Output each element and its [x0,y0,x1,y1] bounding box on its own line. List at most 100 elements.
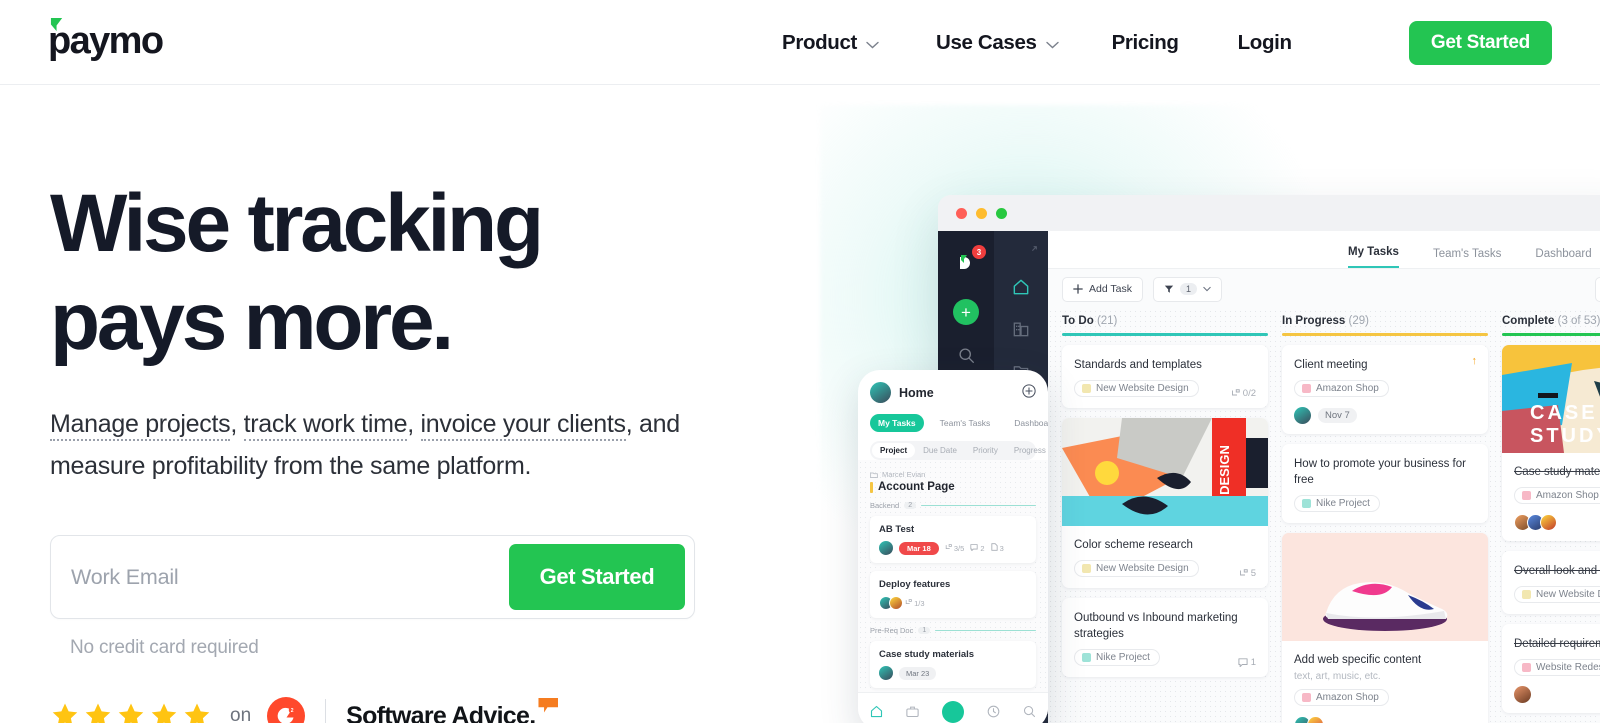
mobile-tab-teams-tasks[interactable]: Team's Tasks [932,414,999,432]
g2-logo-icon[interactable]: 2 [267,697,306,723]
avatar[interactable] [870,382,891,403]
add-icon[interactable]: + [953,299,979,325]
project-tag[interactable]: New Website Design [1074,379,1199,397]
task-card[interactable]: CASE STUDY Case study materials Amazon S… [1502,344,1600,541]
search-icon[interactable] [958,347,975,364]
task-card[interactable]: Overall look and feel New Website Design [1502,550,1600,614]
subhead-link-manage-projects[interactable]: Manage projects [50,410,231,441]
project-tag[interactable]: New Website Design [1514,585,1600,603]
paymo-logo[interactable]: paymo [48,17,164,60]
tab-dashboard[interactable]: Dashboard [1535,248,1591,268]
nav-label-use-cases: Use Cases [936,30,1037,54]
tag-color-swatch [1082,563,1091,573]
task-meta: 0/2 [1231,388,1256,399]
mobile-tabs: My Tasks Team's Tasks Dashboard [870,414,1048,432]
task-card[interactable]: Standards and templates New Website Desi… [1062,344,1268,408]
filter-button[interactable]: 1 [1153,276,1223,302]
clock-icon[interactable] [986,704,1001,719]
project-tag[interactable]: Nike Project [1074,648,1160,666]
software-advice-logo[interactable]: Software Advice. [346,697,559,723]
briefcase-icon[interactable] [905,704,920,719]
search-icon[interactable] [1022,704,1037,719]
timer-fab-icon[interactable] [941,700,964,723]
mobile-tab-dashboard[interactable]: Dashboard [1006,414,1048,432]
task-title: Outbound vs Inbound marketing strategies [1074,611,1238,640]
g2-glyph: 2 [277,706,296,723]
comment-icon [970,543,978,552]
mobile-task-card[interactable]: Deploy features 1/3 [870,571,1036,618]
mobile-filter-project[interactable]: Project [872,443,916,458]
tag-color-swatch [1302,498,1311,508]
chevron-down-icon [866,41,879,48]
task-card[interactable]: ↑ Client meeting Amazon Shop Nov 7 [1282,344,1488,434]
mobile-tab-my-tasks[interactable]: My Tasks [870,414,924,432]
project-tag[interactable]: New Website Design [1074,559,1199,577]
mobile-task-card[interactable]: Case study materials Mar 23 [870,641,1036,688]
file-count: 3 [999,544,1004,553]
email-field[interactable] [51,536,509,618]
mobile-filter-progress[interactable]: Progress [1006,443,1048,458]
tag-label: Nike Project [1096,651,1150,663]
task-card[interactable]: Detailed requirements Website Redesign [1502,623,1600,713]
column-complete: Complete (3 of 53) CASE STUD Case study … [1502,315,1600,723]
task-card[interactable]: DESIGN Color scheme research New Website… [1062,417,1268,588]
expand-icon[interactable] [1029,243,1040,254]
home-icon[interactable] [869,704,884,719]
task-footer [1294,715,1476,723]
nav-label-product: Product [782,30,857,54]
task-cover-image: CASE STUDY [1502,344,1600,453]
task-title: Color scheme research [1074,538,1193,551]
tab-my-tasks[interactable]: My Tasks [1348,246,1399,268]
svg-text:DESIGN: DESIGN [1217,445,1232,495]
subtask-icon [945,543,952,549]
close-icon[interactable] [956,207,967,219]
trust-on-label: on [230,705,252,723]
mobile-project-title: Account Page [870,481,1036,493]
project-tag[interactable]: Nike Project [1294,494,1380,512]
nav-item-product[interactable]: Product [782,31,879,55]
task-footer: Nov 7 [1294,406,1476,424]
subtask-count: 0/2 [1242,387,1256,399]
add-icon[interactable] [1022,384,1036,398]
nav-item-login[interactable]: Login [1238,31,1292,55]
nav-item-use-cases[interactable]: Use Cases [936,31,1059,55]
subhead-link-invoice-clients[interactable]: invoice your clients [420,410,626,441]
subhead-link-track-work-time[interactable]: track work time [243,410,408,441]
column-header: To Do (21) [1062,315,1268,327]
mobile-filter-priority[interactable]: Priority [965,443,1006,458]
add-task-button[interactable]: Add Task [1062,276,1143,302]
avatar-group [879,596,903,610]
tag-label: New Website Design [1536,588,1600,600]
kanban-board: To Do (21) Standards and templates New W… [1048,309,1600,723]
task-card[interactable]: How to promote your business for free Ni… [1282,443,1488,523]
signup-get-started-button[interactable]: Get Started [509,544,685,610]
project-tag[interactable]: Amazon Shop [1294,379,1389,397]
task-card[interactable]: Outbound vs Inbound marketing strategies… [1062,597,1268,677]
project-tag[interactable]: Amazon Shop [1294,688,1389,706]
task-title: Client meeting [1294,358,1368,371]
header-get-started-button[interactable]: Get Started [1408,21,1552,65]
avatar-group [1514,513,1557,531]
task-subtitle: text, art, music, etc. [1294,670,1381,682]
project-tag[interactable]: Website Redesign [1514,658,1600,676]
subtask-meta: 3/5 [945,543,964,553]
subtask-icon [1231,388,1240,395]
column-title: In Progress [1282,315,1346,327]
task-card[interactable]: Add web specific content text, art, musi… [1282,532,1488,723]
minimize-icon[interactable] [976,207,987,219]
maximize-icon[interactable] [996,207,1007,219]
paymo-logo-icon[interactable]: 3 [953,245,986,277]
home-icon[interactable] [1011,277,1031,297]
mobile-task-card[interactable]: AB Test Mar 18 3/5 2 3 [870,516,1036,563]
avatar [879,541,893,555]
task-title: Case study materials [879,649,975,660]
company-icon[interactable] [1011,319,1031,339]
chevron-down-icon [1203,286,1211,292]
mobile-filter-due-date[interactable]: Due Date [915,443,965,458]
project-tag[interactable]: Amazon Shop [1514,486,1600,504]
tab-teams-tasks[interactable]: Team's Tasks [1433,248,1501,268]
nav-item-pricing[interactable]: Pricing [1112,31,1179,55]
column-accent-rule [1062,333,1268,336]
settings-button[interactable] [1595,277,1600,302]
column-title: Complete [1502,315,1555,327]
